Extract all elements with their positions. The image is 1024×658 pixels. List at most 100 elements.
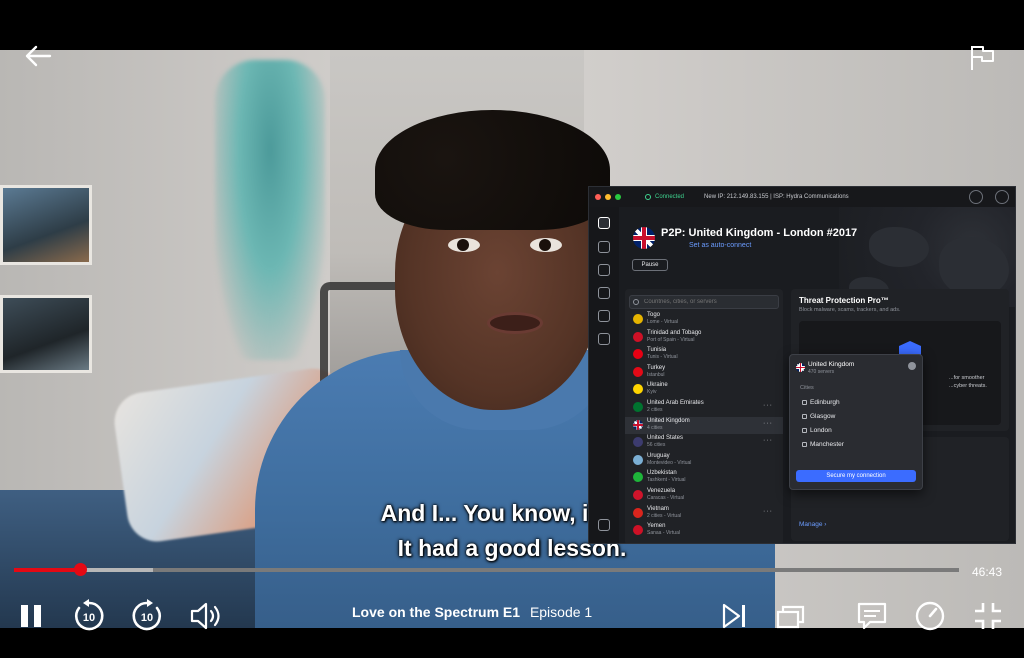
vpn-ip-info: New IP: 212.149.83.155 | ISP: Hydra Comm… <box>704 194 849 200</box>
profile-icon[interactable] <box>995 190 1009 204</box>
window-minimize-button[interactable] <box>605 194 611 200</box>
country-row[interactable]: United Kingdom 4 cities ··· <box>625 416 783 434</box>
vpn-app-window[interactable]: Connected New IP: 212.149.83.155 | ISP: … <box>588 186 1016 544</box>
progress-played <box>14 568 81 572</box>
vpn-status-text: Connected <box>655 194 685 200</box>
country-subtitle: 2 cities <box>647 407 663 413</box>
playback-speed-icon <box>915 601 945 631</box>
video-player: And I... You know, it had It had a good … <box>0 0 1024 658</box>
country-row[interactable]: Vietnam 2 cities - Virtual ··· <box>625 505 783 522</box>
country-row[interactable]: United States 56 cities ··· <box>625 434 783 451</box>
country-name: Turkey <box>647 364 666 371</box>
split-tunnel-icon[interactable] <box>598 333 610 345</box>
map-landmass <box>869 227 929 267</box>
progress-bar[interactable] <box>14 563 959 576</box>
country-row[interactable]: Uruguay Montevideo - Virtual <box>625 452 783 469</box>
country-name: Yemen <box>647 523 666 530</box>
city-name: Manchester <box>810 441 844 448</box>
episodes-button[interactable] <box>774 598 810 634</box>
stats-icon[interactable] <box>598 310 610 322</box>
vpn-search-input[interactable] <box>629 295 779 309</box>
country-more-button[interactable]: ··· <box>763 508 773 515</box>
threat-protection-title: Threat Protection Pro™ <box>799 296 889 305</box>
globe-icon[interactable] <box>598 217 610 229</box>
country-name: United Arab Emirates <box>647 400 704 406</box>
dark-web-monitor-icon[interactable] <box>598 287 610 299</box>
country-row[interactable]: Uzbekistan Tashkent - Virtual <box>625 469 783 486</box>
shield-icon[interactable] <box>598 241 610 253</box>
country-subtitle: Caracas - Virtual <box>647 495 685 501</box>
country-subtitle: 56 cities <box>647 442 666 449</box>
country-flag-icon <box>633 454 643 465</box>
country-row[interactable]: Venezuela Caracas - Virtual <box>625 487 783 504</box>
country-more-button[interactable]: ··· <box>763 437 773 444</box>
episodes-icon <box>776 605 805 629</box>
country-name: Uzbekistan <box>647 470 677 477</box>
volume-button[interactable] <box>186 598 226 634</box>
country-more-button[interactable]: ··· <box>763 420 773 427</box>
uk-flag-icon <box>633 227 655 249</box>
forward-seconds: 10 <box>141 612 153 624</box>
vpn-country-list: TogoLome - VirtualTrinidad and TobagoPor… <box>625 289 783 543</box>
country-subtitle: 4 cities <box>647 424 663 431</box>
city-item[interactable]: London <box>802 427 832 434</box>
next-episode-icon <box>722 603 745 629</box>
country-subtitle: Kyiv <box>647 389 657 396</box>
country-row[interactable]: Tunisia Tunis - Virtual <box>625 346 783 363</box>
uk-flag-icon <box>796 363 805 372</box>
play-pause-button[interactable] <box>14 598 48 634</box>
threat-protection-text-2: ...cyber threats. <box>949 383 987 389</box>
country-more-button[interactable]: ··· <box>763 402 773 409</box>
country-flag-icon <box>633 384 643 395</box>
threat-protection-desc: Block malware, scams, trackers, and ads. <box>799 307 901 313</box>
popup-close-icon[interactable] <box>908 362 916 370</box>
popup-country-name: United Kingdom <box>808 361 855 368</box>
country-flag-icon <box>633 507 643 518</box>
city-item[interactable]: Edinburgh <box>802 399 840 406</box>
country-row[interactable]: Togo Lome - Virtual <box>625 311 783 328</box>
country-subtitle: Port of Spain - Virtual <box>647 336 695 343</box>
country-flag-icon <box>633 349 643 360</box>
country-row[interactable]: Ukraine Kyiv <box>625 381 783 398</box>
bell-icon[interactable] <box>969 190 983 204</box>
vpn-titlebar: Connected New IP: 212.149.83.155 | ISP: … <box>589 187 1015 207</box>
city-icon <box>802 399 807 405</box>
vpn-pause-button[interactable]: Pause <box>632 259 668 271</box>
playback-speed-button[interactable] <box>912 598 948 634</box>
manage-link[interactable]: Manage › <box>799 521 826 528</box>
back-button[interactable] <box>24 44 52 68</box>
country-row[interactable]: Yemen Sanaa - Virtual <box>625 522 783 539</box>
country-subtitle: Sanaa - Virtual <box>647 530 680 537</box>
country-name: Vietnam <box>647 505 669 512</box>
set-auto-connect-link[interactable]: Set as auto-connect <box>689 242 751 249</box>
help-icon[interactable] <box>598 519 610 531</box>
vpn-connection-status: Connected <box>645 194 684 200</box>
country-subtitle: 2 cities - Virtual <box>647 512 682 519</box>
country-flag-icon <box>633 472 643 483</box>
window-zoom-button[interactable] <box>615 194 621 200</box>
vpn-server-title: P2P: United Kingdom - London #2017 <box>661 227 858 239</box>
popup-server-count: 470 servers <box>808 369 835 375</box>
city-item[interactable]: Manchester <box>802 441 844 448</box>
report-button[interactable] <box>968 44 996 72</box>
subtitles-button[interactable] <box>854 598 890 634</box>
next-episode-button[interactable] <box>718 598 750 634</box>
country-row[interactable]: Trinidad and Tobago Port of Spain - Virtu… <box>625 329 783 346</box>
country-detail-popup[interactable]: United Kingdom 470 servers Cities Edinbu… <box>789 354 923 490</box>
country-subtitle: Montevideo - Virtual <box>647 459 692 466</box>
window-close-button[interactable] <box>595 194 601 200</box>
exit-fullscreen-button[interactable] <box>970 598 1006 634</box>
meshnet-icon[interactable] <box>598 264 610 276</box>
forward-button[interactable]: 10 <box>128 598 166 634</box>
episode-label: Episode 1 <box>529 604 593 620</box>
country-row[interactable]: United Arab Emirates 2 cities ··· <box>625 399 783 416</box>
exit-fullscreen-icon <box>975 603 1001 629</box>
popup-cities-heading: Cities <box>800 385 814 391</box>
city-item[interactable]: Glasgow <box>802 413 835 420</box>
country-name: Ukraine <box>647 382 668 389</box>
country-row[interactable]: Turkey Istanbul <box>625 364 783 381</box>
country-subtitle: Istanbul <box>647 371 665 378</box>
rewind-button[interactable]: 10 <box>70 598 108 634</box>
country-name: Togo <box>647 312 661 318</box>
secure-connection-button[interactable]: Secure my connection <box>796 470 916 482</box>
